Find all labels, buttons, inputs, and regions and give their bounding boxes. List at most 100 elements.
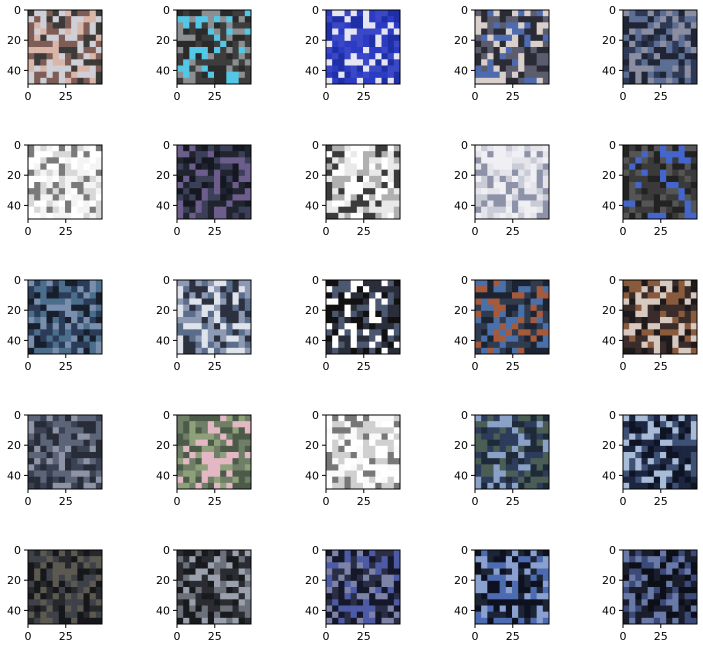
image-pixel bbox=[487, 304, 494, 312]
image-pixel bbox=[369, 53, 376, 60]
image-pixel bbox=[505, 298, 513, 305]
image-pixel bbox=[647, 329, 655, 336]
image-pixel bbox=[201, 470, 209, 477]
image-pixel bbox=[678, 71, 685, 79]
image-pixel bbox=[629, 77, 636, 85]
image-pixel bbox=[493, 22, 500, 29]
image-pixel bbox=[244, 593, 252, 600]
image-pixel bbox=[512, 452, 519, 459]
image-pixel bbox=[530, 157, 537, 164]
image-pixel bbox=[629, 280, 636, 287]
image-pixel bbox=[52, 212, 60, 220]
image-pixel bbox=[220, 34, 227, 42]
image-pixel bbox=[40, 182, 47, 189]
image-pixel bbox=[46, 470, 53, 477]
image-pixel bbox=[183, 28, 190, 35]
image-pixel bbox=[387, 470, 395, 477]
image-pixel bbox=[666, 28, 673, 35]
image-pixel bbox=[40, 200, 47, 207]
y-tick-label: 0 bbox=[163, 544, 170, 557]
subplot-21: 020400 25 bbox=[7, 544, 103, 643]
image-pixel bbox=[207, 65, 215, 72]
image-pixel bbox=[71, 286, 78, 293]
image-pixel bbox=[499, 65, 507, 72]
image-pixel bbox=[512, 77, 519, 85]
image-pixel bbox=[356, 157, 364, 164]
image-pixel bbox=[40, 206, 47, 214]
image-pixel bbox=[381, 65, 388, 72]
image-pixel bbox=[232, 47, 239, 54]
image-pixel bbox=[542, 169, 550, 177]
image-pixel bbox=[505, 476, 513, 484]
image-pixel bbox=[332, 464, 339, 471]
image-pixel bbox=[363, 71, 370, 79]
image-pixel bbox=[641, 206, 648, 214]
image-pixel bbox=[393, 550, 401, 557]
image-pixel bbox=[647, 169, 655, 177]
image-pixel bbox=[195, 286, 202, 293]
image-pixel bbox=[183, 427, 190, 434]
image-pixel bbox=[183, 286, 190, 293]
image-pixel bbox=[635, 16, 642, 23]
image-pixel bbox=[338, 421, 345, 428]
image-pixel bbox=[356, 562, 364, 569]
image-pixel bbox=[363, 206, 370, 214]
image-pixel bbox=[524, 200, 531, 207]
image-pixel bbox=[65, 329, 72, 336]
image-pixel bbox=[89, 452, 97, 459]
image-pixel bbox=[678, 323, 685, 330]
image-pixel bbox=[487, 415, 494, 422]
image-pixel bbox=[214, 605, 221, 612]
image-pixel bbox=[505, 200, 513, 207]
image-pixel bbox=[487, 145, 494, 152]
image-pixel bbox=[536, 34, 544, 42]
image-pixel bbox=[536, 292, 544, 299]
image-pixel bbox=[201, 482, 209, 490]
image-pixel bbox=[375, 188, 382, 195]
image-pixel bbox=[244, 568, 252, 575]
image-pixel bbox=[641, 580, 648, 588]
image-pixel bbox=[34, 59, 41, 66]
image-pixel bbox=[238, 427, 246, 434]
image-pixel bbox=[232, 617, 239, 625]
image-pixel bbox=[28, 421, 35, 428]
image-pixel bbox=[95, 550, 103, 557]
image-pixel bbox=[58, 470, 66, 477]
image-pixel bbox=[487, 16, 494, 23]
thumbnail-image bbox=[475, 10, 550, 85]
image-pixel bbox=[77, 280, 84, 287]
image-pixel bbox=[28, 439, 35, 447]
image-pixel bbox=[660, 550, 667, 557]
image-pixel bbox=[34, 188, 41, 195]
image-pixel bbox=[214, 175, 221, 183]
image-pixel bbox=[487, 464, 494, 471]
image-pixel bbox=[356, 65, 364, 72]
image-pixel bbox=[542, 605, 550, 612]
image-pixel bbox=[653, 464, 661, 471]
image-pixel bbox=[183, 151, 190, 158]
image-pixel bbox=[678, 77, 685, 85]
image-pixel bbox=[71, 194, 78, 201]
image-pixel bbox=[536, 433, 544, 440]
image-pixel bbox=[375, 617, 382, 625]
thumbnail-image bbox=[326, 10, 401, 85]
image-pixel bbox=[660, 28, 667, 35]
subplot-20: 020400 25 bbox=[602, 409, 698, 508]
image-pixel bbox=[363, 10, 370, 17]
image-pixel bbox=[77, 329, 84, 336]
image-pixel bbox=[518, 28, 525, 35]
image-pixel bbox=[381, 22, 388, 29]
image-pixel bbox=[487, 310, 494, 318]
image-pixel bbox=[338, 470, 345, 477]
image-pixel bbox=[647, 335, 655, 342]
image-pixel bbox=[524, 194, 531, 201]
image-pixel bbox=[666, 175, 673, 183]
image-pixel bbox=[629, 458, 636, 465]
image-pixel bbox=[344, 200, 351, 207]
image-pixel bbox=[647, 476, 655, 484]
image-pixel bbox=[363, 550, 370, 557]
image-pixel bbox=[653, 59, 661, 66]
image-pixel bbox=[393, 65, 401, 72]
image-pixel bbox=[65, 169, 72, 177]
image-pixel bbox=[635, 206, 642, 214]
